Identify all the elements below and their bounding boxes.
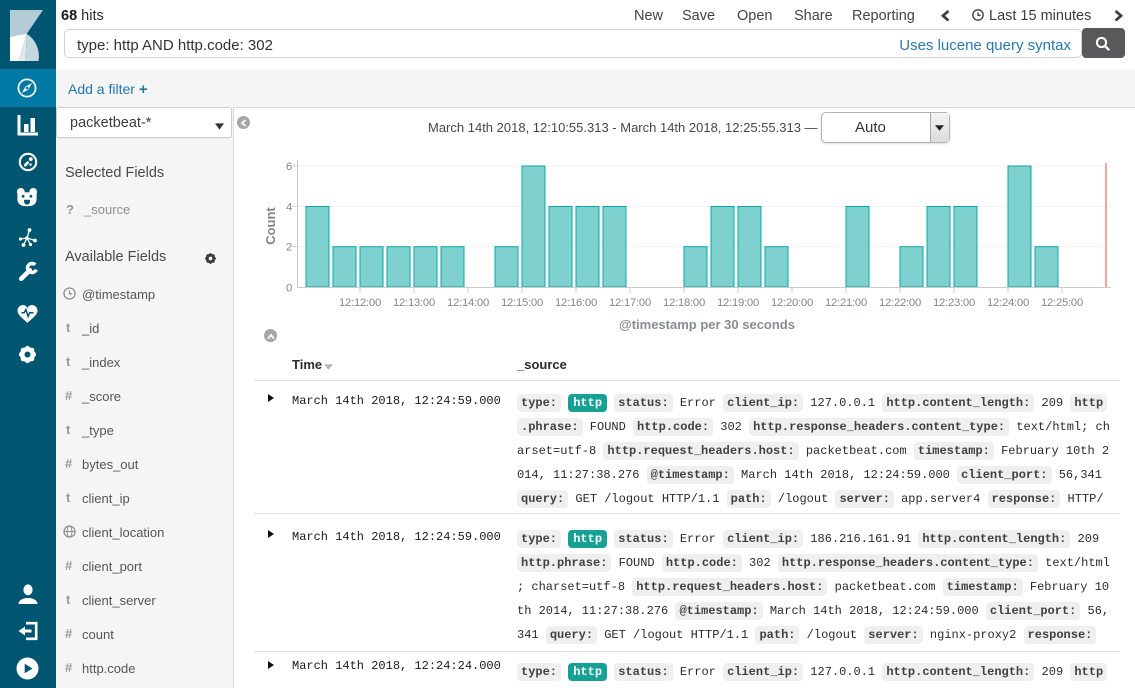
svg-text:12:15:00: 12:15:00 <box>501 297 543 309</box>
svg-text:12:21:00: 12:21:00 <box>825 297 867 309</box>
svg-text:12:24:00: 12:24:00 <box>987 297 1029 309</box>
svg-text:2: 2 <box>286 242 292 254</box>
svg-text:12:22:00: 12:22:00 <box>879 297 921 309</box>
svg-text:4: 4 <box>286 201 292 213</box>
svg-text:12:25:00: 12:25:00 <box>1041 297 1083 309</box>
svg-text:Count: Count <box>263 207 278 245</box>
svg-text:12:19:00: 12:19:00 <box>717 297 759 309</box>
svg-text:12:20:00: 12:20:00 <box>771 297 813 309</box>
svg-text:12:12:00: 12:12:00 <box>339 297 381 309</box>
svg-text:12:16:00: 12:16:00 <box>555 297 597 309</box>
svg-text:0: 0 <box>286 283 292 295</box>
svg-text:12:17:00: 12:17:00 <box>609 297 651 309</box>
svg-text:12:23:00: 12:23:00 <box>933 297 975 309</box>
svg-text:6: 6 <box>286 161 292 173</box>
svg-text:12:13:00: 12:13:00 <box>393 297 435 309</box>
svg-text:12:14:00: 12:14:00 <box>447 297 489 309</box>
svg-text:12:18:00: 12:18:00 <box>663 297 705 309</box>
